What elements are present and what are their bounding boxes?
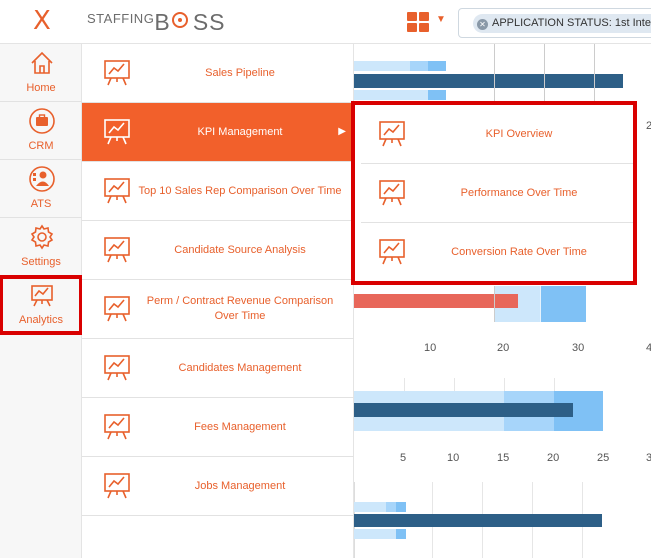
menu-item-top10-sales-rep[interactable]: Top 10 Sales Rep Comparison Over Time xyxy=(82,162,354,221)
chart-bar xyxy=(428,90,446,100)
nav-crm-label: CRM xyxy=(28,140,54,152)
left-nav: Home CRM ATS Settings Analytics xyxy=(0,44,83,558)
logo-text-b: B xyxy=(154,9,171,35)
chart-bar xyxy=(428,61,446,71)
nav-ats[interactable]: ATS xyxy=(0,160,82,218)
nav-crm[interactable]: CRM xyxy=(0,102,82,160)
menu-item-candidates-management[interactable]: Candidates Management xyxy=(82,339,354,398)
chart-board-icon xyxy=(379,239,405,265)
analytics-icon xyxy=(31,285,53,307)
kpi-submenu: KPI Overview Performance Over Time Conve… xyxy=(351,101,637,285)
nav-ats-label: ATS xyxy=(30,198,52,210)
remove-chip-icon[interactable]: ✕ xyxy=(477,19,488,30)
axis-tick-label: 30 xyxy=(572,342,585,354)
home-icon xyxy=(31,51,53,74)
briefcase-icon xyxy=(29,108,55,134)
axis-tick-label: 20 xyxy=(547,452,560,464)
chart-bar xyxy=(396,502,406,512)
apps-grid-icon[interactable] xyxy=(407,12,429,32)
nav-analytics-label: Analytics xyxy=(18,314,64,326)
chart-bar xyxy=(354,514,602,527)
submenu-item-performance-over-time[interactable]: Performance Over Time xyxy=(361,164,633,223)
menu-item-label: Fees Management xyxy=(194,420,286,433)
logo-text-small: STAFFING xyxy=(87,11,155,26)
menu-item-label: Candidate Source Analysis xyxy=(174,243,306,256)
axis-tick-label: 5 xyxy=(400,452,407,464)
gear-icon xyxy=(30,224,54,250)
menu-item-label: Sales Pipeline xyxy=(205,66,275,79)
grid-line xyxy=(544,44,545,104)
top-bar: X STAFFINGB SS ▼ ✕ APPLICATION STATUS: 1s… xyxy=(0,0,651,44)
chart-bar xyxy=(396,529,406,539)
menu-item-jobs-management[interactable]: Jobs Management xyxy=(82,457,354,516)
chart-board-icon xyxy=(104,296,130,322)
chart-board-icon xyxy=(104,237,130,263)
chart-board-icon xyxy=(379,180,405,206)
chart-board-icon xyxy=(104,355,130,381)
chart-board-icon xyxy=(104,414,130,440)
menu-item-fees-management[interactable]: Fees Management xyxy=(82,398,354,457)
grid-line xyxy=(494,44,495,104)
menu-item-sales-pipeline[interactable]: Sales Pipeline xyxy=(82,44,354,103)
close-icon[interactable]: X xyxy=(33,6,51,36)
menu-item-label: Jobs Management xyxy=(194,479,286,492)
axis-tick-label: 10 xyxy=(424,342,437,354)
axis-tick-label: 3 xyxy=(646,452,651,464)
axis-tick-label: 10 xyxy=(447,452,460,464)
menu-item-label: Top 10 Sales Rep Comparison Over Time xyxy=(138,184,342,197)
people-icon xyxy=(29,166,55,192)
chart-board-icon xyxy=(104,60,130,86)
chart-bar xyxy=(354,74,623,88)
grid-line xyxy=(540,286,541,322)
logo-target-icon xyxy=(171,9,193,36)
chevron-down-icon[interactable]: ▼ xyxy=(436,14,446,25)
chevron-right-icon: ▶ xyxy=(338,126,346,137)
filter-box[interactable]: ✕ APPLICATION STATUS: 1st Intervi xyxy=(458,8,651,38)
logo: STAFFINGB SS xyxy=(87,9,226,36)
chart-board-icon xyxy=(379,121,405,147)
menu-item-label: Perm / Contract Revenue Comparison Over … xyxy=(146,295,334,322)
axis-tick-label: 25 xyxy=(597,452,610,464)
nav-settings-label: Settings xyxy=(21,256,61,268)
analytics-menu: Sales Pipeline KPI Management ▶ Top 10 S… xyxy=(82,44,354,558)
submenu-item-conversion-rate[interactable]: Conversion Rate Over Time xyxy=(361,223,633,282)
nav-home-label: Home xyxy=(26,82,56,94)
axis-tick-label: 20 xyxy=(497,342,510,354)
grid-line xyxy=(494,286,495,322)
menu-item-label: Candidates Management xyxy=(178,361,302,374)
nav-home[interactable]: Home xyxy=(0,44,82,102)
chart-board-icon xyxy=(104,119,130,145)
submenu-item-kpi-overview[interactable]: KPI Overview xyxy=(361,105,633,164)
axis-tick-label: 2 xyxy=(646,120,651,132)
submenu-item-label: Conversion Rate Over Time xyxy=(451,246,587,258)
chart-bar xyxy=(410,61,428,71)
chart-bar xyxy=(354,403,573,417)
submenu-item-label: Performance Over Time xyxy=(460,187,578,199)
chart-board-icon xyxy=(104,473,130,499)
submenu-item-label: KPI Overview xyxy=(485,128,553,140)
chart-board-icon xyxy=(104,178,130,204)
menu-item-label: KPI Management xyxy=(197,125,283,138)
nav-analytics[interactable]: Analytics xyxy=(0,275,83,335)
chart-bar xyxy=(540,286,586,322)
menu-item-candidate-source[interactable]: Candidate Source Analysis xyxy=(82,221,354,280)
logo-text-rest: SS xyxy=(192,9,226,35)
grid-line xyxy=(594,44,595,104)
chart-bar xyxy=(386,502,396,512)
filter-chip-label: APPLICATION STATUS: 1st Intervi xyxy=(492,17,651,29)
menu-item-perm-contract-revenue[interactable]: Perm / Contract Revenue Comparison Over … xyxy=(82,280,354,339)
nav-settings[interactable]: Settings xyxy=(0,218,82,276)
menu-item-kpi-management[interactable]: KPI Management ▶ xyxy=(82,103,354,162)
axis-tick-label: 4 xyxy=(646,342,651,354)
filter-chip[interactable]: ✕ APPLICATION STATUS: 1st Intervi xyxy=(473,14,651,33)
axis-tick-label: 15 xyxy=(497,452,510,464)
